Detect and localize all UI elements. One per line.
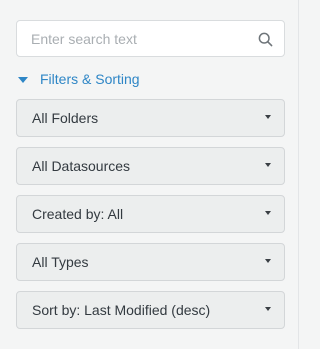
dropdown-label: All Datasources: [32, 158, 131, 174]
folder-filter-dropdown[interactable]: All Folders: [16, 99, 285, 137]
filter-panel: Filters & Sorting All Folders All Dataso…: [0, 0, 299, 349]
chevron-down-icon: [265, 259, 271, 263]
search-box: [16, 20, 285, 57]
datasource-filter-dropdown[interactable]: All Datasources: [16, 147, 285, 185]
type-filter-dropdown[interactable]: All Types: [16, 243, 285, 281]
search-input[interactable]: [17, 21, 247, 56]
chevron-down-icon: [265, 211, 271, 215]
sort-by-dropdown[interactable]: Sort by: Last Modified (desc): [16, 291, 285, 329]
dropdown-label: All Types: [32, 254, 89, 270]
dropdown-label: Created by: All: [32, 206, 124, 222]
created-by-filter-dropdown[interactable]: Created by: All: [16, 195, 285, 233]
search-icon[interactable]: [258, 32, 273, 47]
filters-sorting-toggle[interactable]: Filters & Sorting: [18, 70, 140, 88]
chevron-down-icon: [265, 307, 271, 311]
caret-down-icon: [18, 76, 28, 83]
dropdown-label: Sort by: Last Modified (desc): [32, 302, 211, 318]
filters-sorting-label: Filters & Sorting: [40, 71, 140, 87]
chevron-down-icon: [265, 163, 271, 167]
dropdown-label: All Folders: [32, 110, 99, 126]
chevron-down-icon: [265, 115, 271, 119]
